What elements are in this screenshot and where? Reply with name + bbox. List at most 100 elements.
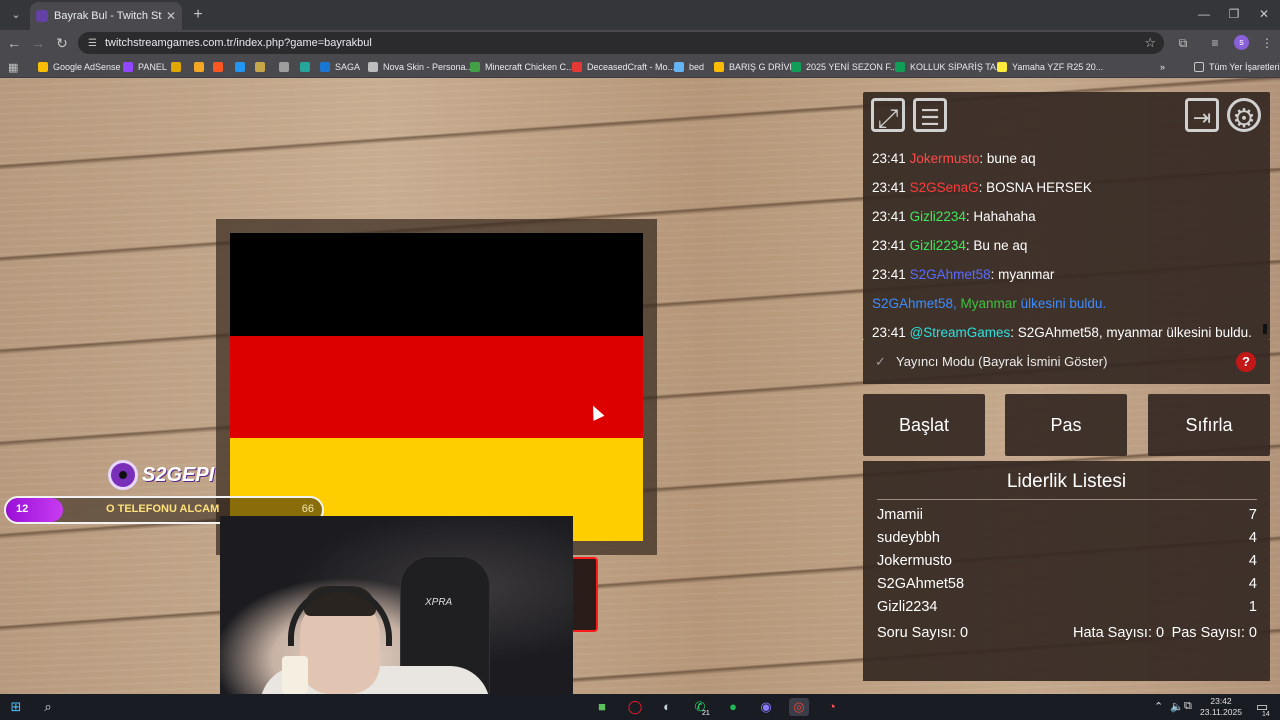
back-icon[interactable]: ← [4,33,24,53]
reset-button[interactable]: Sıfırla [1148,394,1270,456]
chat-username[interactable]: S2GAhmet58, [872,296,957,311]
eye-logo-icon [108,460,138,490]
opera-icon[interactable]: ◯ [625,698,645,716]
windows-start-icon[interactable]: ⊞ [6,698,26,716]
bookmark-label: Yamaha YZF R25 20... [1012,62,1104,72]
notifications-icon[interactable]: ▭ 14 [1252,698,1272,718]
media-controls-icon[interactable]: ≡ [1206,34,1224,52]
chat-username[interactable]: Jokermusto [910,151,980,166]
logout-icon[interactable]: ⇥ [1185,98,1219,132]
address-bar[interactable]: ☰ twitchstreamgames.com.tr/index.php?gam… [78,32,1164,54]
player-score: 4 [1248,553,1257,569]
bookmark-item[interactable] [171,60,186,74]
system-clock[interactable]: 23:42 23.11.2025 [1198,696,1244,718]
flag-stripe-middle [230,335,643,439]
speaker-icon[interactable]: 🔈 [1170,700,1184,713]
twitch-favicon-icon [36,10,48,22]
settings-gear-icon[interactable]: ⚙ [1227,98,1261,133]
bookmark-star-icon[interactable]: ☆ [1144,35,1156,51]
bookmark-item[interactable]: SAGA [320,60,360,74]
bookmark-item[interactable] [235,60,250,74]
minimize-icon[interactable]: — [1188,4,1220,24]
checkmark-icon[interactable]: ✓ [875,354,886,370]
tray-chevron-icon[interactable]: ⌃ [1154,700,1163,713]
rules-document-icon[interactable]: ☰ [913,98,947,132]
bookmark-item[interactable] [213,60,228,74]
bookmark-item[interactable]: DeceasedCraft - Mo... [572,60,675,74]
restore-icon[interactable]: ❐ [1218,4,1250,24]
tab-active[interactable]: Bayrak Bul - Twitch Stream Games ✕ [30,2,182,30]
menu-dots-icon[interactable]: ⋮ [1258,34,1276,52]
stats-row: Soru Sayısı: 0 Hata Sayısı: 0 Pas Sayısı… [877,625,1257,647]
bookmark-item[interactable]: BARIŞ G DRİVE [714,60,796,74]
player-score: 4 [1248,530,1257,546]
bookmark-item[interactable]: Google AdSense [38,60,121,74]
leaderboard: Liderlik Listesi Jmamii 7 sudeybbh 4 Jokermu… [863,461,1270,681]
chat-username[interactable]: S2GSenaG [910,180,979,195]
discord-icon[interactable]: ◉ [756,698,776,716]
game-page: S2GEPI 12 O TELEFONU ALCAM 66 XPRA ⤢ ☰ ⇥… [0,78,1280,694]
bookmark-item[interactable]: bed [674,60,704,74]
pass-count: Pas Sayısı: 0 [1171,625,1257,641]
forward-icon[interactable]: → [28,33,48,53]
bookmark-item[interactable] [300,60,315,74]
reload-icon[interactable]: ↻ [52,33,72,53]
pass-button[interactable]: Pas [1005,394,1127,456]
bookmark-favicon-icon [255,62,265,72]
more-bookmarks-icon[interactable]: » [1160,60,1165,74]
bookmark-label: bed [689,62,705,72]
chrome-icon[interactable]: ◎ [789,698,809,716]
chat-scrollbar[interactable] [1263,324,1267,334]
apps-grid-icon[interactable]: ▦ [8,61,18,74]
chat-message: S2GAhmet58, Myanmar ülkesini buldu. [872,289,1264,318]
network-icon[interactable]: ⧉ [1184,700,1192,713]
spotify-icon[interactable]: ● [723,698,743,716]
bookmark-item[interactable]: 2025 YENİ SEZON F... [791,60,897,74]
chair-brand: XPRA [425,597,453,608]
search-icon[interactable]: ⌕ [38,698,58,716]
bookmark-item[interactable]: KOLLUK SİPARİŞ TA... [895,60,1004,74]
chat-time: 23:41 [872,151,906,166]
new-tab-button[interactable]: + [188,5,208,25]
tab-close-icon[interactable]: ✕ [166,9,176,23]
bookmark-item[interactable] [279,60,294,74]
headset [288,586,392,646]
windows-taskbar: ⊞ ⌕ ■ ◯ ◐ ✆ 21 ● ◉ ◎ ◔ ⌃ 🔈 ⧉ 23:42 23.11.… [0,694,1280,720]
chat-text: : BOSNA HERSEK [978,180,1092,195]
webcam-overlay: XPRA [220,516,573,694]
bookmark-label: Nova Skin - Persona... [383,62,474,72]
extensions-icon[interactable]: ⧉ [1174,34,1192,52]
bookmark-item[interactable] [194,60,209,74]
help-button[interactable]: ? [1236,352,1256,372]
leaderboard-title: Liderlik Listesi [1006,471,1127,492]
chat-username[interactable]: Gizli2234 [910,238,966,253]
steam-icon[interactable]: ◐ [657,698,677,716]
bookmark-item[interactable]: PANEL [123,60,167,74]
whatsapp-icon[interactable]: ✆ 21 [690,698,710,717]
start-button[interactable]: Başlat [863,394,985,456]
url-text: twitchstreamgames.com.tr/index.php?game=… [104,37,372,49]
site-info-icon[interactable]: ☰ [88,38,97,49]
toolbar: ← → ↻ ☰ twitchstreamgames.com.tr/index.p… [0,30,1280,56]
close-window-icon[interactable]: ✕ [1248,4,1280,24]
profile-avatar[interactable]: s [1234,35,1249,50]
folder-icon [1194,62,1204,72]
minecraft-icon[interactable]: ■ [592,698,612,716]
chat-time: 23:41 [872,238,906,253]
chat-username[interactable]: @StreamGames [910,325,1011,340]
bookmark-item[interactable]: Nova Skin - Persona... [368,60,473,74]
tab-search-button[interactable]: ⌄ [6,5,26,25]
fullscreen-icon[interactable]: ⤢ [871,98,905,133]
chat-username[interactable]: Gizli2234 [910,209,966,224]
streamer-mode-label[interactable]: Yayıncı Modu (Bayrak İsmini Göster) [896,354,1107,369]
bookmark-item[interactable]: Minecraft Chicken C... [470,60,574,74]
bookmark-item[interactable]: Yamaha YZF R25 20... [997,60,1103,74]
bookmark-favicon-icon [38,62,48,72]
obs-icon[interactable]: ◔ [822,698,842,716]
chat-username[interactable]: S2GAhmet58 [910,267,991,282]
chat-country: Myanmar [956,296,1017,311]
bookmark-item[interactable] [255,60,270,74]
player-name: Jmamii [877,507,923,523]
player-name: Jokermusto [877,553,952,569]
all-bookmarks[interactable]: Tüm Yer İşaretleri [1194,60,1280,74]
